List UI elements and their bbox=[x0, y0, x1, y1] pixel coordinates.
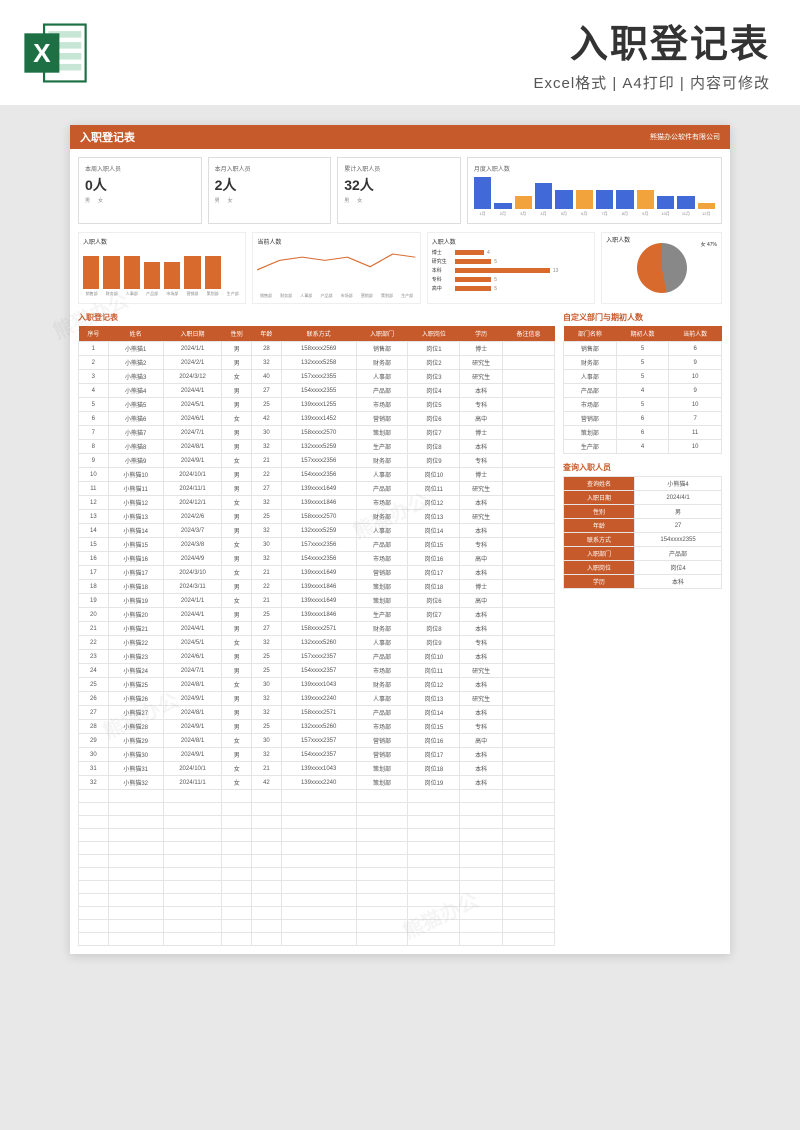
stat-total: 累计入职人员 32人 男女 bbox=[337, 157, 461, 224]
spreadsheet: 入职登记表 熊猫办公软件有限公司 本周入职人员 0人 男女 本月入职人员 2人 … bbox=[70, 125, 730, 954]
stat-month: 本月入职人员 2人 男女 bbox=[208, 157, 332, 224]
main-table-section: 入职登记表 序号姓名入职日期性别年龄联系方式入职部门入职岗位学历备注信息1小熊猫… bbox=[78, 312, 555, 946]
dept-bar-chart: 入职人数 销售部财务部人事部产品部市场部营销部策划部生产部 bbox=[78, 232, 246, 304]
dashboard-row: 本周入职人员 0人 男女 本月入职人员 2人 男女 累计入职人员 32人 男女 … bbox=[70, 149, 730, 232]
query-section: 查询入职人员 查询姓名小熊猫4入职日期2024/4/1性别男年龄27联系方式15… bbox=[563, 462, 722, 589]
top-bar: X 入职登记表 Excel格式 | A4打印 | 内容可修改 bbox=[0, 0, 800, 105]
edu-chart: 入职人数 博士4研究生5本科13专科5高中5 bbox=[427, 232, 595, 304]
gender-pie: 入职人数 女 47% bbox=[601, 232, 722, 304]
svg-text:X: X bbox=[33, 37, 51, 67]
query-table: 查询姓名小熊猫4入职日期2024/4/1性别男年龄27联系方式154xxxx23… bbox=[563, 476, 722, 589]
page-title: 入职登记表 bbox=[105, 13, 770, 68]
dept-table-section: 自定义部门与期初人数 部门名称期初人数当前人数销售部56财务部59人事部510产… bbox=[563, 312, 722, 454]
sheet-header: 入职登记表 熊猫办公软件有限公司 bbox=[70, 125, 730, 149]
monthly-chart: 月度入职人数 1月2月3月4月5月6月7月8月9月10月11月12月 bbox=[467, 157, 722, 224]
dept-line-chart: 当前人数 销售部财务部人事部产品部市场部营销部策划部生产部 bbox=[252, 232, 420, 304]
tables-row: 入职登记表 序号姓名入职日期性别年龄联系方式入职部门入职岗位学历备注信息1小熊猫… bbox=[70, 312, 730, 954]
page-subtitle: Excel格式 | A4打印 | 内容可修改 bbox=[105, 72, 770, 93]
main-table: 序号姓名入职日期性别年龄联系方式入职部门入职岗位学历备注信息1小熊猫12024/… bbox=[78, 326, 555, 946]
excel-icon: X bbox=[20, 18, 90, 88]
sheet-title: 入职登记表 bbox=[80, 129, 135, 145]
dept-table: 部门名称期初人数当前人数销售部56财务部59人事部510产品部49市场部510营… bbox=[563, 326, 722, 454]
company-name: 熊猫办公软件有限公司 bbox=[650, 132, 720, 142]
stat-week: 本周入职人员 0人 男女 bbox=[78, 157, 202, 224]
charts-row: 入职人数 销售部财务部人事部产品部市场部营销部策划部生产部 当前人数 销售部财务… bbox=[70, 232, 730, 312]
